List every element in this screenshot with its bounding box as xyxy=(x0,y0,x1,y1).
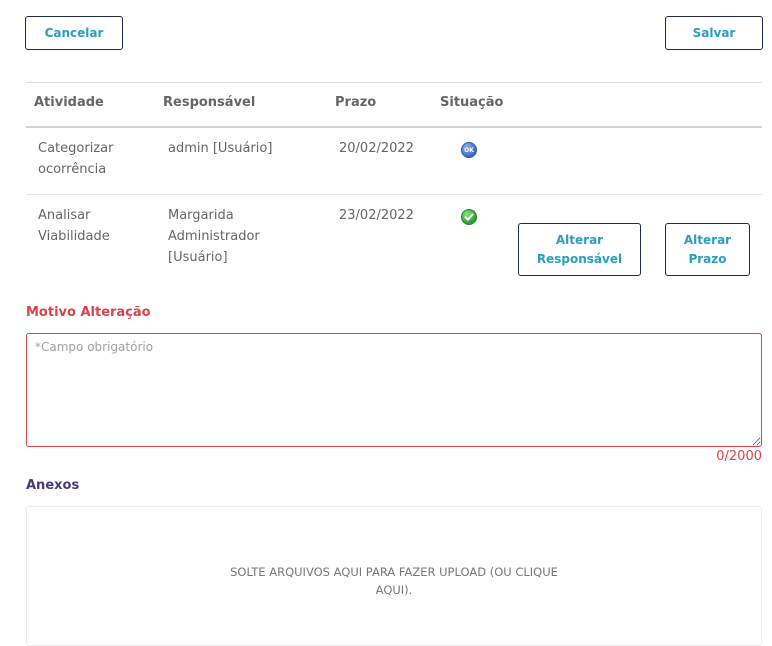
cancel-button[interactable]: Cancelar xyxy=(25,16,123,50)
dropzone-text: SOLTE ARQUIVOS AQUI PARA FAZER UPLOAD (O… xyxy=(230,565,558,597)
column-header-activity: Atividade xyxy=(34,95,104,110)
table-top-divider xyxy=(26,82,762,83)
reason-label: Motivo Alteração xyxy=(26,305,151,320)
activity-cell: Categorizar ocorrência xyxy=(38,141,114,177)
save-button[interactable]: Salvar xyxy=(665,16,763,50)
character-counter: 0/2000 xyxy=(716,449,762,464)
reason-textarea[interactable] xyxy=(26,333,762,447)
change-deadline-button[interactable]: Alterar Prazo xyxy=(665,223,750,276)
check-circle-icon xyxy=(461,209,477,225)
file-dropzone[interactable]: SOLTE ARQUIVOS AQUI PARA FAZER UPLOAD (O… xyxy=(26,506,762,646)
change-responsible-button[interactable]: Alterar Responsável xyxy=(518,223,641,276)
deadline-cell: 20/02/2022 xyxy=(339,141,414,156)
responsible-cell: admin [Usuário] xyxy=(168,141,273,156)
column-header-deadline: Prazo xyxy=(335,95,377,110)
column-header-status: Situação xyxy=(440,95,504,110)
ok-circle-icon: OK xyxy=(461,142,477,158)
header-divider xyxy=(26,126,762,128)
column-header-responsible: Responsável xyxy=(163,95,256,110)
responsible-cell: Margarida Administrador [Usuário] xyxy=(168,208,260,265)
attachments-label: Anexos xyxy=(26,478,80,493)
deadline-cell: 23/02/2022 xyxy=(339,208,414,223)
row-divider xyxy=(26,194,762,195)
activity-cell: Analisar Viabilidade xyxy=(38,208,110,244)
